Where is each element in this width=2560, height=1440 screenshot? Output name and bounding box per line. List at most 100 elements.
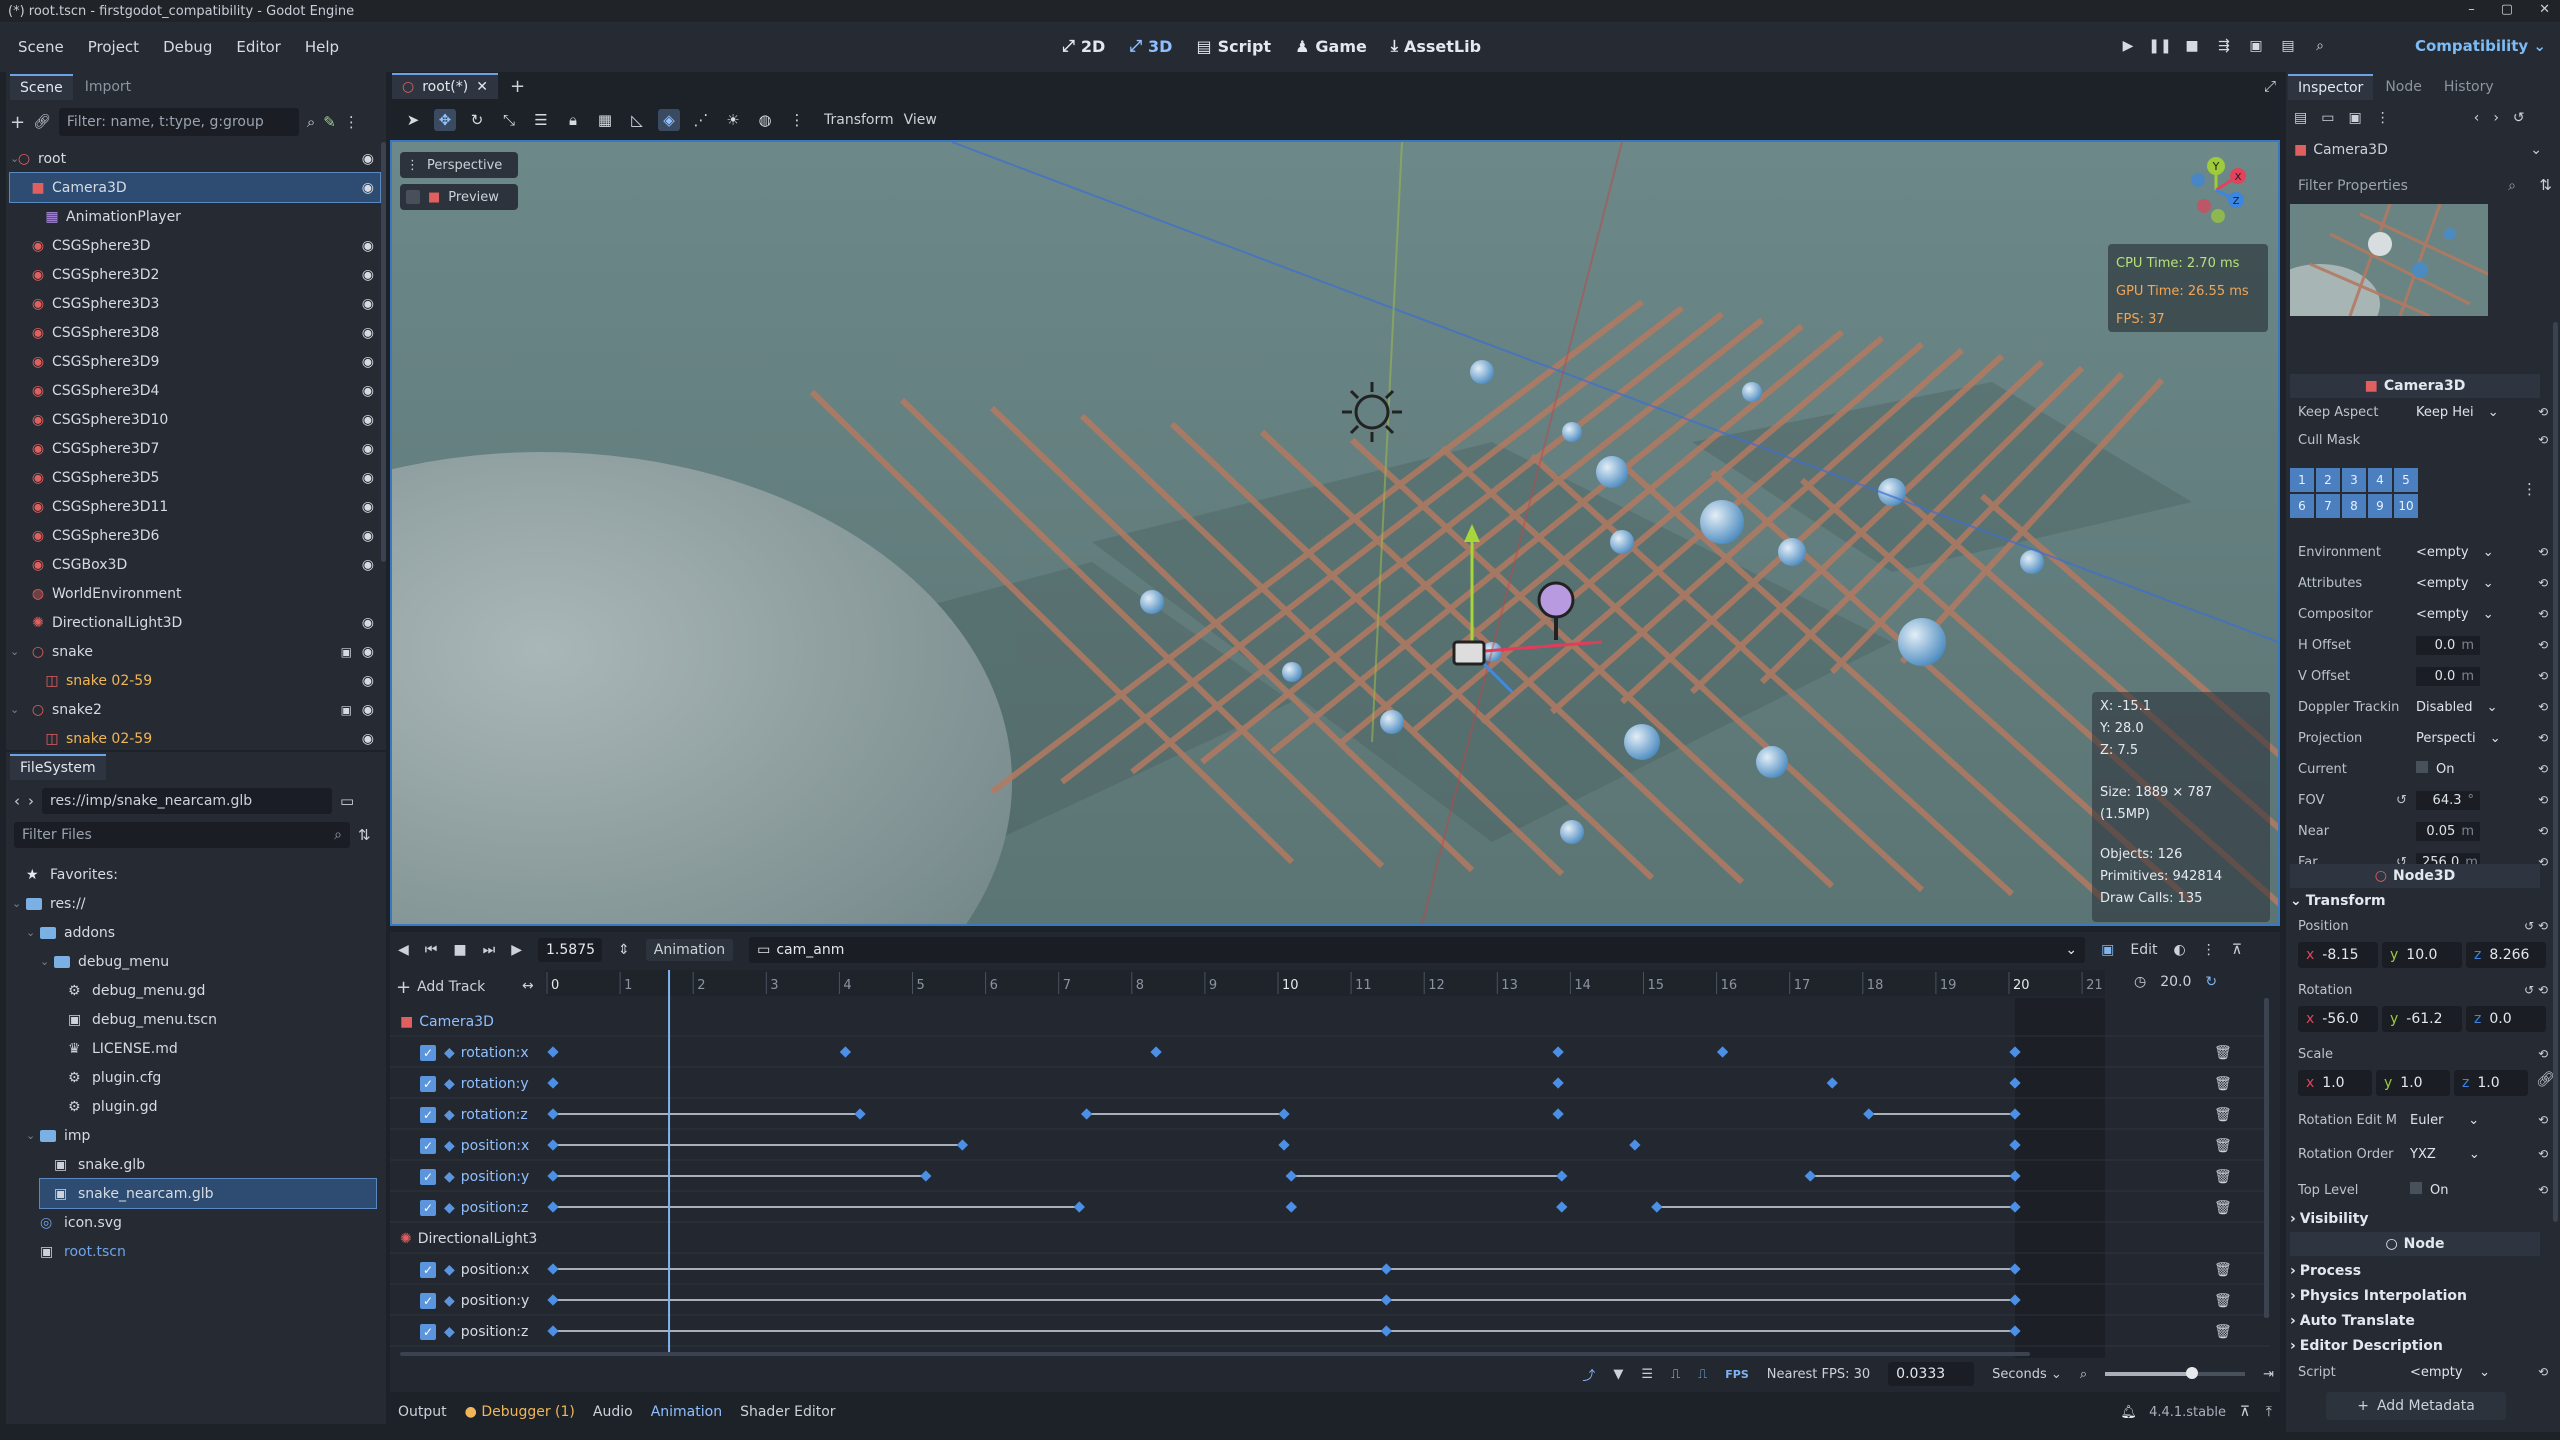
menu-scene[interactable]: Scene <box>6 38 76 56</box>
visibility-section[interactable]: › Visibility <box>2290 1206 2540 1232</box>
rotation-z-field[interactable]: z 0.0 <box>2466 1006 2546 1032</box>
maximize-icon[interactable]: ▢ <box>2501 2 2513 17</box>
transform-section[interactable]: ⌄ Transform <box>2290 888 2540 914</box>
pin-panel-icon[interactable]: ⊼ <box>2240 1404 2250 1420</box>
visibility-eye-icon[interactable]: ◉ <box>362 412 374 428</box>
snap-time-icon[interactable]: ⎍ <box>1698 1367 1707 1382</box>
revert-icon[interactable]: ↺ ⟲ <box>2524 919 2548 933</box>
revert-icon[interactable]: ⟲ <box>2538 700 2548 714</box>
ruler-icon[interactable]: ◺ <box>626 109 648 131</box>
scene-node-csgsphere3d2[interactable]: ◉ CSGSphere3D2 ◉ <box>10 260 380 289</box>
tab-output[interactable]: Output <box>398 1404 447 1420</box>
local-space-icon[interactable]: ◈ <box>658 109 680 131</box>
scene-node-worldenvironment[interactable]: ◍ WorldEnvironment <box>10 579 380 608</box>
scene-node-csgsphere3d4[interactable]: ◉ CSGSphere3D4 ◉ <box>10 376 380 405</box>
scene-node-animationplayer[interactable]: ▦ AnimationPlayer <box>10 202 380 231</box>
track-row[interactable]: ✓ ◆ rotation:z 🗑︎ <box>390 1099 2270 1130</box>
position-z-field[interactable]: z 8.266 <box>2466 942 2546 968</box>
minimize-icon[interactable]: – <box>2468 2 2475 17</box>
track-group[interactable]: ✺ DirectionalLight3 <box>390 1223 2270 1254</box>
visibility-eye-icon[interactable]: ◉ <box>362 731 374 747</box>
forward-icon[interactable]: › <box>28 792 34 810</box>
sort-icon[interactable]: ⇅ <box>358 826 371 844</box>
view-menu[interactable]: View <box>904 112 937 128</box>
file-item-debug-menu[interactable]: ⌄ debug_menu <box>40 947 376 976</box>
revert-icon[interactable]: ⟲ <box>2538 731 2548 745</box>
visibility-eye-icon[interactable]: ◉ <box>362 673 374 689</box>
delete-track-icon[interactable]: 🗑︎ <box>2214 1324 2232 1340</box>
scene-node-csgsphere3d9[interactable]: ◉ CSGSphere3D9 ◉ <box>10 347 380 376</box>
play-anim-icon[interactable]: ▶ <box>511 942 522 958</box>
3d-viewport[interactable]: ⋮ Perspective ■ Preview Y X Z CPU Time: 2… <box>390 140 2280 926</box>
revert-icon[interactable]: ⟲ <box>2538 433 2548 447</box>
script-attach-icon[interactable]: ✎ <box>323 113 336 131</box>
cull-layer-9[interactable]: 9 <box>2368 494 2392 518</box>
tab-node[interactable]: Node <box>2375 75 2432 99</box>
inspector-scrollbar[interactable] <box>2553 322 2558 1222</box>
snap-mode[interactable]: Nearest FPS: 30 <box>1767 1367 1870 1382</box>
file-item-root-tscn[interactable]: ▣ root.tscn <box>26 1237 376 1266</box>
toolbar-more-icon[interactable]: ⋮ <box>786 109 808 131</box>
scene-node-csgsphere3d11[interactable]: ◉ CSGSphere3D11 ◉ <box>10 492 380 521</box>
revert-icon[interactable]: ⟲ <box>2538 607 2548 621</box>
track-enable-checkbox[interactable]: ✓ <box>420 1292 436 1309</box>
delete-track-icon[interactable]: 🗑︎ <box>2214 1293 2232 1309</box>
cull-layer-8[interactable]: 8 <box>2342 494 2366 518</box>
visibility-eye-icon[interactable]: ◉ <box>362 615 374 631</box>
workspace-script[interactable]: ▤ Script <box>1192 34 1275 58</box>
rotation-y-field[interactable]: y -61.2 <box>2382 1006 2462 1032</box>
track-row[interactable]: ✓ ◆ position:z 🗑︎ <box>390 1192 2270 1223</box>
zoom-slider-handle[interactable] <box>2186 1367 2199 1379</box>
visibility-eye-icon[interactable]: ◉ <box>362 180 374 196</box>
movie-icon[interactable]: ⌕ <box>2310 36 2330 56</box>
unit-selector[interactable]: Seconds ⌄ <box>1992 1367 2062 1382</box>
scene-node-snake[interactable]: ⌄ ○ snake ▣ ◉ <box>10 637 380 666</box>
visibility-eye-icon[interactable]: ◉ <box>362 267 374 283</box>
delete-track-icon[interactable]: 🗑︎ <box>2214 1169 2232 1185</box>
tab-inspector[interactable]: Inspector <box>2288 74 2374 100</box>
preview-checkbox[interactable] <box>406 190 420 204</box>
file-item-res-[interactable]: ⌄ res:// <box>12 889 376 918</box>
scene-node-csgsphere3d3[interactable]: ◉ CSGSphere3D3 ◉ <box>10 289 380 318</box>
tab-root-scene[interactable]: ○ root(*) ✕ <box>392 73 498 99</box>
scene-node-csgsphere3d8[interactable]: ◉ CSGSphere3D8 ◉ <box>10 318 380 347</box>
history-back-icon[interactable]: ‹ <box>2474 110 2480 126</box>
tab-filesystem[interactable]: FileSystem <box>10 754 106 780</box>
track-row[interactable]: ✓ ◆ position:y 🗑︎ <box>390 1161 2270 1192</box>
menu-debug[interactable]: Debug <box>151 38 224 56</box>
stop-icon[interactable]: ■ <box>2182 36 2202 56</box>
fit-timeline-icon[interactable]: ⇥ <box>2263 1367 2274 1382</box>
revert-icon[interactable]: ⟲ <box>2538 669 2548 683</box>
scene-node-csgsphere3d10[interactable]: ◉ CSGSphere3D10 ◉ <box>10 405 380 434</box>
file-item-debug-menu-gd[interactable]: ⚙ debug_menu.gd <box>54 976 376 1005</box>
workspace-assetlib[interactable]: ⤓ AssetLib <box>1387 34 1485 58</box>
filesystem-filter-input[interactable]: Filter Files ⌕ <box>14 822 350 848</box>
scene-node-csgbox3d[interactable]: ◉ CSGBox3D ◉ <box>10 550 380 579</box>
cull-layer-5[interactable]: 5 <box>2394 468 2418 492</box>
revert-icon[interactable]: ⟲ <box>2538 576 2548 590</box>
history-forward-icon[interactable]: › <box>2493 110 2499 126</box>
delete-track-icon[interactable]: 🗑︎ <box>2214 1045 2232 1061</box>
filter-icon[interactable]: ▼ <box>1613 1367 1623 1382</box>
split-view-icon[interactable]: ▭ <box>340 792 354 810</box>
track-enable-checkbox[interactable]: ✓ <box>420 1137 436 1154</box>
scene-node-snake-02-59[interactable]: ◫ snake 02-59 ◉ <box>10 724 380 753</box>
track-row[interactable]: ✓ ◆ rotation:y 🗑︎ <box>390 1068 2270 1099</box>
visibility-eye-icon[interactable]: ◉ <box>362 557 374 573</box>
visibility-eye-icon[interactable]: ◉ <box>362 470 374 486</box>
edit-menu[interactable]: Edit <box>2130 942 2157 958</box>
track-enable-checkbox[interactable]: ✓ <box>420 1323 436 1340</box>
rotate-tool-icon[interactable]: ↻ <box>466 109 488 131</box>
prop-number-field[interactable]: 64.3 ° <box>2416 790 2480 810</box>
visibility-eye-icon[interactable]: ◉ <box>362 296 374 312</box>
track-row[interactable]: ✓ ◆ position:z 🗑︎ <box>390 1316 2270 1347</box>
prop-checkbox[interactable]: On <box>2416 761 2454 777</box>
stop-anim-icon[interactable]: ■ <box>453 942 466 958</box>
file-item-snake-glb[interactable]: ▣ snake.glb <box>40 1150 376 1179</box>
auto-translate-section[interactable]: › Auto Translate <box>2290 1308 2540 1334</box>
open-scene-icon[interactable]: ▣ <box>341 703 352 717</box>
track-enable-checkbox[interactable]: ✓ <box>420 1075 436 1092</box>
file-item-plugin-cfg[interactable]: ⚙ plugin.cfg <box>54 1063 376 1092</box>
prop-select[interactable]: Keep Hei ⌄ <box>2416 405 2499 420</box>
cull-mask-more-icon[interactable]: ⋮ <box>2522 480 2537 498</box>
